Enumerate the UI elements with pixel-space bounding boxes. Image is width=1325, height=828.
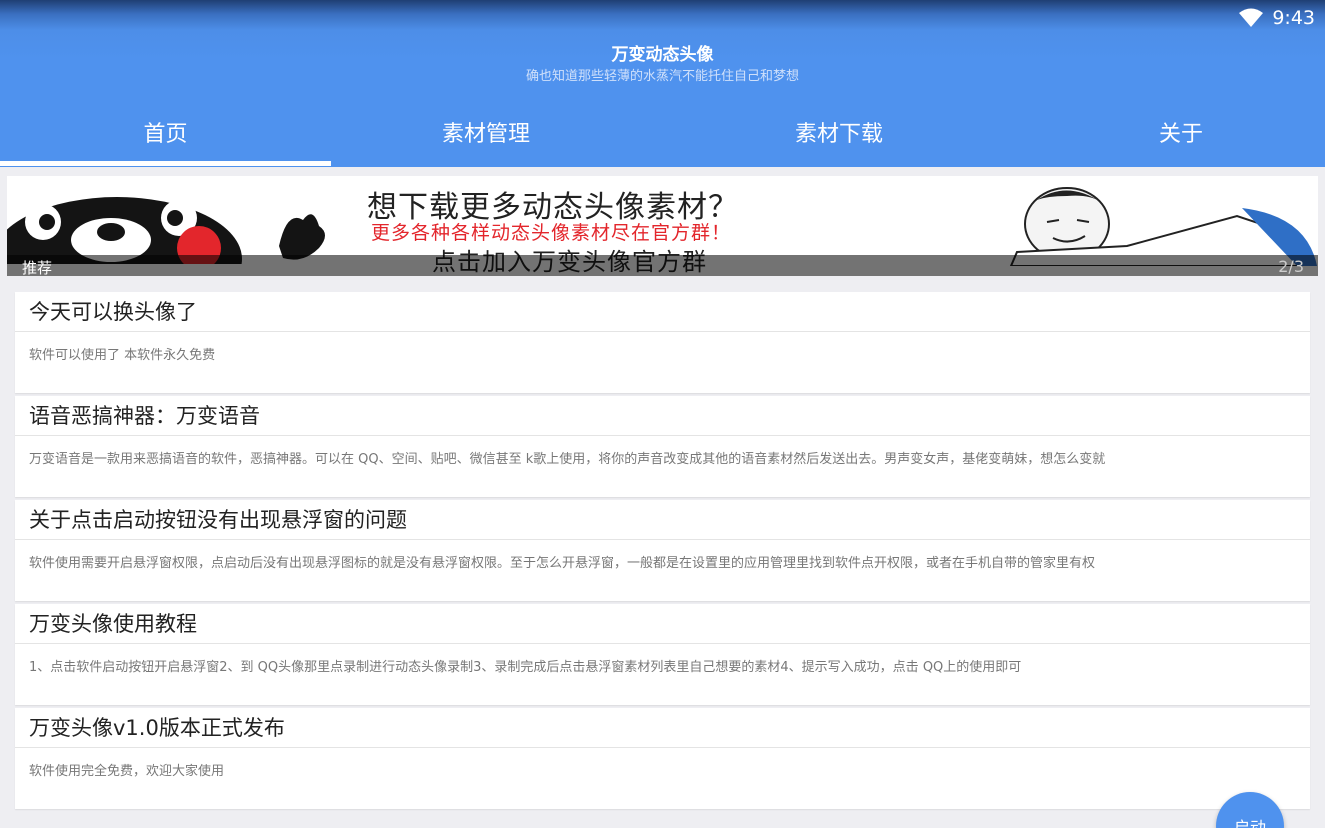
- tab-bar: 首页 素材管理 素材下载 关于: [0, 110, 1325, 167]
- kumamon-image: [7, 197, 325, 264]
- wifi-icon: [1239, 8, 1264, 27]
- list-item[interactable]: 万变头像使用教程 1、点击软件启动按钮开启悬浮窗2、到 QQ头像那里点录制进行动…: [15, 604, 1310, 705]
- article-summary: 软件可以使用了 本软件永久免费: [29, 348, 216, 363]
- list-item[interactable]: 今天可以换头像了 软件可以使用了 本软件永久免费: [15, 292, 1310, 393]
- article-title: 万变头像使用教程: [15, 604, 1310, 644]
- banner-label: 推荐: [22, 259, 53, 276]
- tab-home[interactable]: 首页: [0, 110, 331, 154]
- article-list: 今天可以换头像了 软件可以使用了 本软件永久免费 语音恶搞神器：万变语音 万变语…: [15, 292, 1310, 812]
- banner-caption-bar: [7, 255, 1318, 276]
- tab-material-download[interactable]: 素材下载: [641, 110, 1037, 154]
- article-title: 语音恶搞神器：万变语音: [15, 396, 1310, 436]
- app-subtitle: 确也知道那些轻薄的水蒸汽不能托住自己和梦想: [525, 69, 799, 84]
- active-tab-indicator: [0, 161, 331, 166]
- status-time: 9:43: [1272, 7, 1315, 29]
- banner-page-counter: 2/3: [1278, 257, 1304, 276]
- meme-face-image: [1009, 187, 1317, 266]
- status-bar: 9:43: [0, 0, 1325, 36]
- banner-subline: 更多各种各样动态头像素材尽在官方群！: [371, 222, 732, 244]
- list-item[interactable]: 关于点击启动按钮没有出现悬浮窗的问题 软件使用需要开启悬浮窗权限，点启动后没有出…: [15, 500, 1310, 601]
- app-title: 万变动态头像: [611, 45, 714, 65]
- list-item[interactable]: 语音恶搞神器：万变语音 万变语音是一款用来恶搞语音的软件，恶搞神器。可以在 QQ…: [15, 396, 1310, 497]
- article-title: 关于点击启动按钮没有出现悬浮窗的问题: [15, 500, 1310, 540]
- article-summary: 1、点击软件启动按钮开启悬浮窗2、到 QQ头像那里点录制进行动态头像录制3、录制…: [29, 660, 1022, 675]
- promo-banner[interactable]: 想下载更多动态头像素材？ 更多各种各样动态头像素材尽在官方群！ 点击加入万变头像…: [7, 176, 1318, 276]
- article-summary: 万变语音是一款用来恶搞语音的软件，恶搞神器。可以在 QQ、空间、贴吧、微信甚至 …: [29, 452, 1106, 467]
- article-summary: 软件使用完全免费，欢迎大家使用: [29, 764, 225, 779]
- tab-material-management[interactable]: 素材管理: [331, 110, 641, 154]
- tab-about[interactable]: 关于: [1037, 110, 1325, 154]
- article-title: 今天可以换头像了: [15, 292, 1310, 332]
- article-title: 万变头像v1.0版本正式发布: [15, 708, 1310, 748]
- app-bar: 9:43 万变动态头像 确也知道那些轻薄的水蒸汽不能托住自己和梦想 首页 素材管…: [0, 0, 1325, 167]
- list-item[interactable]: 万变头像v1.0版本正式发布 软件使用完全免费，欢迎大家使用: [15, 708, 1310, 809]
- article-summary: 软件使用需要开启悬浮窗权限，点启动后没有出现悬浮图标的就是没有悬浮窗权限。至于怎…: [29, 556, 1096, 571]
